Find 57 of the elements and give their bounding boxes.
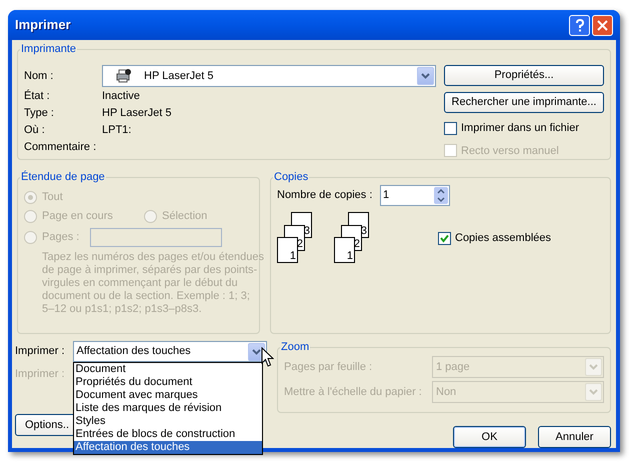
ok-button[interactable]: OK — [453, 426, 526, 448]
field-label: État : — [24, 88, 51, 104]
help-icon — [574, 18, 584, 32]
field-label: Imprimer : — [15, 344, 66, 360]
page-sheet: 1 — [277, 237, 298, 263]
field-label: Commentaire : — [24, 140, 98, 156]
list-item[interactable]: Affectation des touches — [74, 441, 262, 454]
caret-icon — [589, 389, 598, 395]
caret-icon — [589, 364, 598, 370]
field-label: Nombre de copies : — [277, 188, 374, 204]
group-title: Étendue de page — [20, 170, 106, 184]
radio-label: Sélection — [162, 209, 208, 224]
checkbox-label: Recto verso manuel — [461, 144, 559, 158]
field-label: Où : — [24, 123, 46, 138]
caret-icon — [421, 73, 430, 79]
field-label: Pages par feuille : — [284, 360, 374, 375]
list-item[interactable]: Document — [74, 363, 262, 376]
page-sheet: 1 — [334, 237, 355, 263]
field-value: HP LaserJet 5 — [102, 106, 172, 122]
hint-text: Tapez les numéros des pages et/ou étendues de page à imprimer, séparés par des points-virgules en commençant par le début du document ou de la section. Exemple : 1; 3; 5–12 ou p1s1; p1s2; p1s3–p8s3. — [42, 251, 264, 316]
cancel-button[interactable]: Annuler — [538, 426, 611, 448]
field-label: Nom : — [24, 68, 54, 84]
copies-spinner[interactable]: 1 — [380, 185, 450, 206]
check-icon — [440, 234, 449, 242]
properties-button[interactable]: Propriétés... — [444, 65, 604, 86]
checkbox-label: Imprimer dans un fichier — [461, 121, 579, 136]
checkbox-label: Copies assemblées — [455, 230, 551, 246]
window-title: Imprimer — [15, 16, 71, 34]
list-item[interactable]: Document avec marques — [74, 389, 262, 402]
list-item[interactable]: Liste des marques de révision — [74, 402, 262, 415]
field-label: Type : — [24, 106, 55, 122]
radio-label: Pages : — [42, 230, 80, 246]
printer-dropdown[interactable]: HP LaserJet 5 — [102, 65, 436, 87]
field-value: LPT1: — [102, 123, 132, 138]
find-printer-button[interactable]: Rechercher une imprimante... — [444, 92, 604, 113]
field-value: Inactive — [102, 89, 140, 104]
checkbox[interactable] — [444, 122, 457, 135]
close-icon — [597, 20, 608, 30]
printer-icon — [115, 69, 131, 83]
help-button[interactable] — [569, 14, 590, 36]
caret-icon — [252, 348, 261, 354]
field-label: Imprimer : — [15, 366, 64, 382]
dropdown-value: HP LaserJet 5 — [144, 68, 215, 84]
field-label: Mettre à l'échelle du papier : — [284, 384, 423, 400]
spin-arrows-icon — [434, 187, 448, 204]
group-title: Imprimante — [20, 42, 78, 56]
checkbox[interactable] — [438, 232, 451, 244]
page-range-field[interactable] — [90, 228, 222, 247]
radio-label: Page en cours — [42, 209, 113, 224]
group-title: Copies — [273, 170, 310, 184]
spinner-value: 1 — [383, 188, 390, 204]
dropdown-value: Affectation des touches — [76, 344, 191, 360]
radio-label: Tout — [42, 190, 63, 206]
dropdown-value: Non — [436, 384, 456, 400]
list-item[interactable]: Propriétés du document — [74, 376, 262, 389]
close-button[interactable] — [592, 14, 613, 36]
dropdown-value: 1 page — [436, 360, 470, 375]
